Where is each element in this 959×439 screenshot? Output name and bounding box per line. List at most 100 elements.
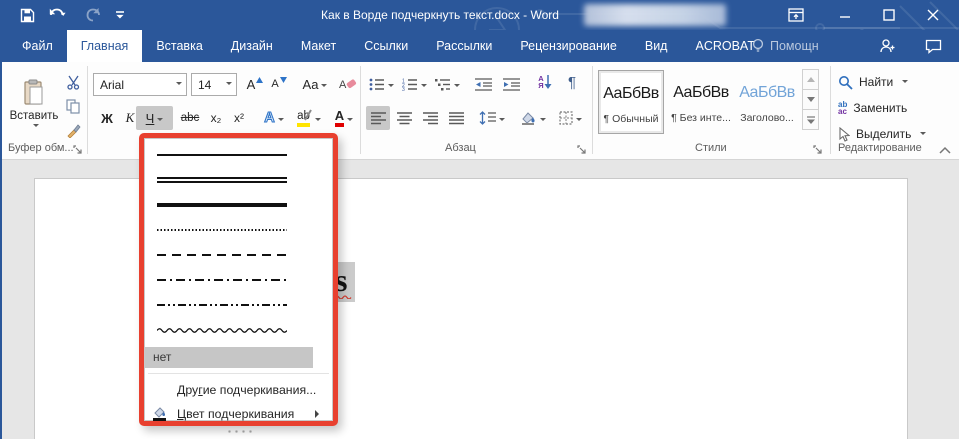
underline-button[interactable]: Ч: [136, 106, 173, 130]
underline-option-dashed[interactable]: [145, 242, 332, 267]
format-painter-button[interactable]: [62, 118, 84, 142]
style-normal[interactable]: АаБбВв ¶ Обычный: [598, 70, 664, 134]
underline-option-dash-dot-dot[interactable]: [145, 292, 332, 317]
underline-style-menu: нет Другие подчеркивания... Цвет подчерк…: [139, 133, 338, 426]
underline-style-menu-list: нет Другие подчеркивания... Цвет подчерк…: [144, 138, 333, 421]
menu-resize-grip[interactable]: [226, 429, 252, 434]
replace-button[interactable]: ab ac Заменить: [838, 97, 907, 119]
text-highlight-button[interactable]: ab: [292, 106, 326, 130]
bullets-button[interactable]: [366, 72, 396, 96]
comment-icon[interactable]: [918, 30, 948, 62]
line-spacing-icon: [479, 111, 496, 125]
text-effects-button[interactable]: А: [258, 106, 290, 130]
justify-icon: [449, 112, 464, 125]
sort-button[interactable]: А Я: [532, 70, 558, 94]
group-divider: [592, 66, 593, 154]
align-left-button[interactable]: [366, 106, 390, 130]
underline-dropdown-caret: [157, 118, 163, 124]
minimize-button[interactable]: [828, 0, 862, 30]
paragraph-group-label: Абзац: [445, 142, 476, 158]
font-family-caret: [176, 82, 182, 88]
close-button[interactable]: [916, 0, 950, 30]
underline-option-single[interactable]: [145, 142, 332, 167]
bold-button[interactable]: Ж: [96, 106, 118, 130]
collapse-ribbon-icon[interactable]: [938, 144, 952, 156]
line-spacing-button[interactable]: [476, 106, 508, 130]
underline-option-wavy[interactable]: [145, 317, 332, 342]
editing-group-label: Редактирование: [838, 142, 922, 158]
share-person-icon[interactable]: [872, 30, 902, 62]
save-icon[interactable]: [20, 4, 35, 26]
maximize-button[interactable]: [872, 0, 906, 30]
font-size-caret: [226, 82, 232, 88]
undo-button[interactable]: [49, 4, 71, 26]
find-button[interactable]: Найти: [838, 71, 908, 93]
grow-font-button[interactable]: А: [243, 72, 267, 96]
font-family-combobox[interactable]: Arial: [93, 73, 187, 96]
show-formatting-marks-button[interactable]: ¶: [560, 70, 584, 94]
tab-file[interactable]: Файл: [8, 30, 67, 62]
shrink-font-button[interactable]: А: [267, 72, 291, 96]
font-family-value: Arial: [100, 78, 124, 92]
change-case-button[interactable]: Aa: [297, 72, 333, 96]
underline-option-double[interactable]: [145, 167, 332, 192]
tab-mailings[interactable]: Рассылки: [422, 30, 506, 62]
subscript-button[interactable]: x₂: [205, 106, 227, 130]
tab-references[interactable]: Ссылки: [350, 30, 422, 62]
submenu-arrow-icon: [315, 410, 323, 418]
increase-indent-button[interactable]: [498, 72, 524, 96]
style-no-spacing[interactable]: АаБбВв ¶ Без инте...: [668, 70, 734, 134]
multilevel-list-button[interactable]: [432, 72, 462, 96]
styles-scroll-down-button[interactable]: [802, 89, 819, 110]
numbering-button[interactable]: 123: [399, 72, 429, 96]
eraser-icon: A: [339, 77, 357, 92]
tab-design[interactable]: Дизайн: [217, 30, 287, 62]
style-heading[interactable]: АаБбВв Заголово...: [736, 70, 798, 134]
underline-option-dash-dot[interactable]: [145, 267, 332, 292]
svg-text:3: 3: [402, 87, 405, 91]
ribbon-tab-row: Файл Главная Вставка Дизайн Макет Ссылки…: [0, 30, 959, 62]
strikethrough-button[interactable]: abc: [176, 106, 204, 130]
styles-scroll-up-button[interactable]: [802, 69, 819, 90]
tab-insert[interactable]: Вставка: [142, 30, 216, 62]
borders-button[interactable]: [553, 106, 587, 130]
paste-button[interactable]: Вставить: [8, 68, 60, 140]
window-title: Как в Ворде подчеркнуть текст.docx - Wor…: [240, 0, 640, 30]
tell-me-helper[interactable]: Помощн: [752, 30, 819, 62]
decrease-indent-button[interactable]: [470, 72, 496, 96]
redo-button[interactable]: [85, 4, 101, 26]
align-left-icon: [371, 112, 386, 125]
more-underlines-menu-item[interactable]: Другие подчеркивания...: [145, 378, 332, 402]
clipboard-group-label: Буфер обм...: [8, 142, 74, 158]
tab-view[interactable]: Вид: [631, 30, 682, 62]
copy-icon: [66, 99, 80, 114]
paragraph-dialog-launcher-icon[interactable]: [576, 144, 587, 155]
title-bar: Как в Ворде подчеркнуть текст.docx - Wor…: [0, 0, 959, 30]
underline-color-menu-item[interactable]: Цвет подчеркивания: [145, 402, 332, 426]
copy-button[interactable]: [62, 94, 84, 118]
customize-qat-button[interactable]: [115, 4, 125, 26]
styles-dialog-launcher-icon[interactable]: [812, 144, 823, 155]
font-color-button[interactable]: А: [328, 106, 360, 130]
align-right-icon: [423, 112, 438, 125]
ribbon-display-options-button[interactable]: [779, 0, 813, 30]
tab-home[interactable]: Главная: [67, 30, 143, 62]
cut-button[interactable]: [62, 70, 84, 94]
multilevel-list-icon: [435, 78, 451, 91]
underline-option-none[interactable]: нет: [145, 347, 313, 368]
clipboard-dialog-launcher-icon[interactable]: [72, 144, 83, 155]
align-right-button[interactable]: [418, 106, 442, 130]
styles-gallery-more-button[interactable]: [802, 109, 819, 130]
clear-formatting-button[interactable]: A: [336, 72, 360, 96]
font-size-combobox[interactable]: 14: [191, 73, 237, 96]
numbered-list-icon: 123: [402, 78, 418, 91]
tab-review[interactable]: Рецензирование: [506, 30, 631, 62]
justify-button[interactable]: [444, 106, 468, 130]
superscript-button[interactable]: x²: [228, 106, 250, 130]
underline-color-icon: [152, 406, 167, 421]
shading-button[interactable]: [516, 106, 550, 130]
underline-option-dotted[interactable]: [145, 217, 332, 242]
align-center-button[interactable]: [392, 106, 416, 130]
underline-option-thick[interactable]: [145, 192, 332, 217]
tab-layout[interactable]: Макет: [287, 30, 350, 62]
